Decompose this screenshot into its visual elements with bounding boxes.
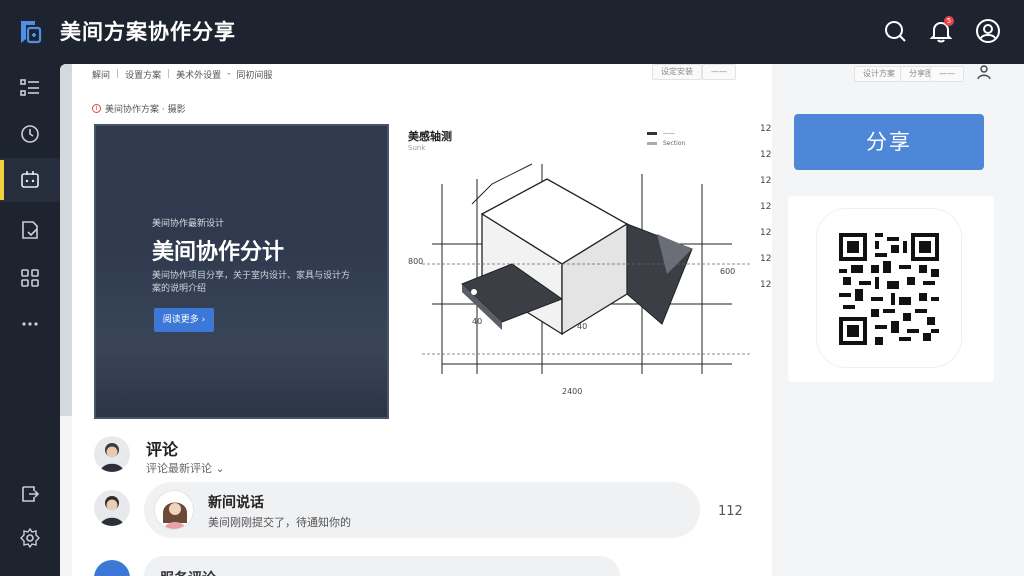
app-title: 美间方案协作分享 [60, 20, 236, 44]
preview-read-more-button[interactable]: 阅读更多 › [154, 308, 214, 332]
sidebar-item-share[interactable] [0, 158, 60, 202]
notification-badge: 5 [944, 16, 954, 26]
section-path-text: 美间协作方案 · 摄影 [105, 105, 186, 115]
scroll-strip[interactable] [60, 64, 72, 416]
share-button[interactable]: 分享 [794, 114, 984, 170]
chevron-down-icon: ⌄ [215, 462, 225, 475]
info-icon: i [92, 104, 101, 113]
dim-right: 600 [720, 267, 735, 276]
isometric-sketch: 800 600 2400 40 40 [408, 163, 752, 396]
share-panel: 设计方案 分享图片 —— 分享 [772, 64, 1024, 576]
title-bar: 美间方案协作分享 5 [0, 0, 1024, 64]
document-icon [22, 221, 38, 239]
grid-icon [21, 269, 39, 287]
reply-icon[interactable] [94, 560, 130, 576]
crumb-2[interactable]: 设置方案 [125, 68, 161, 81]
sidebar-item-history[interactable] [0, 112, 60, 156]
clock-icon [21, 125, 39, 143]
preview-card[interactable]: 美间协作最新设计 美间协作分计 美间协作项目分享，关于室内设计、家具与设计方案的… [94, 124, 389, 419]
sidebar [0, 64, 60, 576]
technical-drawing: 美感轴测 Sunk —— Section 800 600 2400 40 40 [402, 124, 772, 414]
avatar[interactable] [94, 490, 130, 526]
preview-kicker: 美间协作最新设计 [152, 219, 225, 229]
crumb-4: - [227, 69, 231, 79]
preview-background [96, 242, 387, 417]
comment-author: 服务评论 [160, 568, 216, 576]
sidebar-item-apps[interactable] [0, 256, 60, 300]
sidebar-item-docs[interactable] [0, 208, 60, 252]
user-icon[interactable] [976, 64, 992, 80]
person-avatar-icon [163, 502, 187, 529]
comment-text: 美间刚刚提交了，待通知你的 [208, 516, 351, 529]
avatar[interactable] [94, 436, 130, 472]
export-icon [22, 486, 40, 502]
preview-description: 美间协作项目分享，关于室内设计、家具与设计方案的说明介绍 [152, 271, 351, 294]
share-board-icon [21, 171, 39, 188]
main-area: 解间 | 设置方案 | 美术外设置 - 同初间服 设定安装 —— i 美间协作方… [60, 64, 1024, 576]
sidebar-item-list[interactable] [0, 66, 60, 110]
comment-bubble[interactable]: 服务评论 [144, 556, 620, 576]
crumb-3[interactable]: 美术外设置 [176, 68, 221, 81]
sidebar-item-settings[interactable] [0, 516, 60, 560]
crumb-sep: | [116, 69, 120, 79]
comment-count: …… [718, 570, 740, 576]
avatar [154, 490, 194, 530]
toolbar-chip-settings[interactable]: 设定安装 [652, 64, 702, 80]
preview-title: 美间协作分计 [152, 240, 285, 265]
dim-left: 800 [408, 257, 423, 266]
toolbar-chip-toggle[interactable]: —— [702, 64, 736, 80]
comments-sort-dropdown[interactable]: 评论最新评论 ⌄ [146, 460, 225, 476]
comment-author: 新间说话 [208, 495, 264, 511]
person-avatar-icon [100, 443, 124, 472]
qr-code-icon[interactable] [839, 233, 939, 345]
sidebar-item-more[interactable] [0, 302, 60, 346]
qr-frame [816, 208, 962, 368]
dim-bottom: 2400 [562, 387, 582, 396]
settings-icon [20, 527, 40, 549]
comments-sort-label: 评论最新评论 [146, 462, 212, 475]
breadcrumb: 解间 | 设置方案 | 美术外设置 - 同初间服 [92, 66, 272, 82]
list-icon [20, 79, 39, 96]
sidebar-item-export[interactable] [0, 472, 60, 516]
app-logo-icon[interactable] [18, 18, 44, 46]
user-circle-icon[interactable] [975, 18, 1001, 44]
comments-title: 评论 [146, 440, 179, 459]
comment-bubble[interactable]: 新间说话 美间刚刚提交了，待通知你的 [144, 482, 700, 538]
right-chip-toggle[interactable]: —— [930, 66, 964, 82]
dim-w1: 40 [472, 317, 482, 326]
section-path: i 美间协作方案 · 摄影 [92, 102, 186, 115]
dim-w2: 40 [577, 322, 587, 331]
crumb-5[interactable]: 同初间服 [236, 68, 272, 81]
person-avatar-icon [100, 496, 124, 526]
crumb-1[interactable]: 解间 [92, 68, 110, 81]
search-icon[interactable] [882, 18, 908, 44]
more-icon [22, 322, 38, 326]
qr-card [788, 196, 994, 382]
crumb-sep: | [167, 69, 171, 79]
content-panel: 解间 | 设置方案 | 美术外设置 - 同初间服 设定安装 —— i 美间协作方… [72, 64, 772, 576]
right-chip-design[interactable]: 设计方案 [854, 66, 904, 82]
comment-count: 112 [718, 504, 743, 519]
